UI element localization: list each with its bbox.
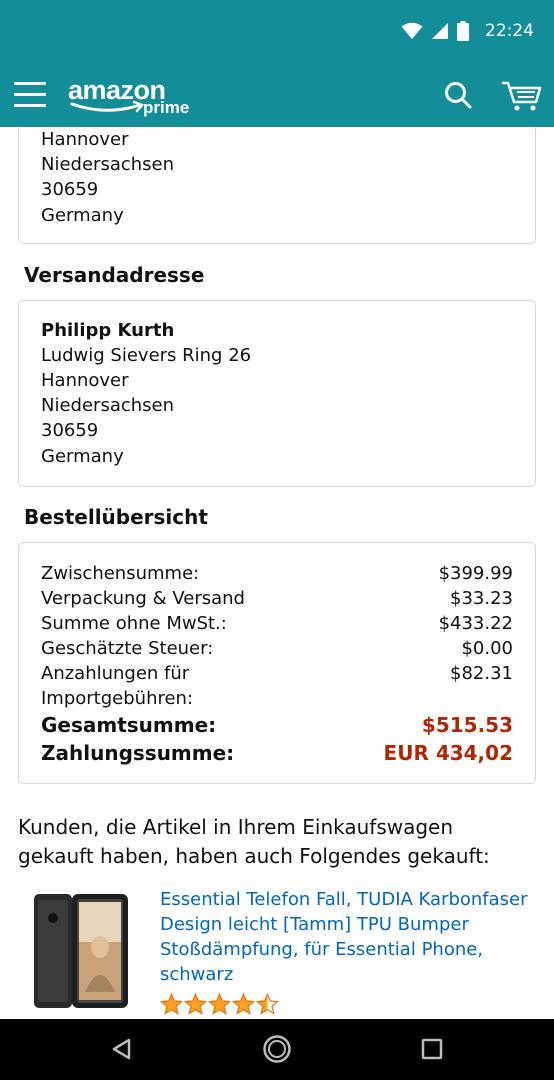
rating-stars[interactable]: [160, 993, 279, 1016]
address-zip: 30659: [41, 179, 99, 200]
address-state: Niedersachsen: [41, 395, 175, 416]
address-street: Ludwig Sievers Ring 26: [41, 345, 252, 366]
product-title-line4: schwarz: [160, 964, 234, 985]
address-zip: 30659: [41, 420, 99, 441]
recommendations-title-line1: Kunden, die Artikel in Ihrem Einkaufswag…: [18, 815, 454, 839]
product-title-link[interactable]: Essential Telefon Fall, TUDIA Karbonfase…: [160, 887, 530, 987]
wifi-icon: [401, 22, 423, 39]
app-bar: amazon prime: [0, 63, 554, 127]
system-nav-bar: [0, 1019, 554, 1080]
address-city: Hannover: [41, 370, 129, 391]
shipping-address-title: Versandadresse: [24, 263, 205, 287]
summary-value-tax: $0.00: [461, 638, 513, 659]
battery-icon: [457, 21, 469, 41]
content-area[interactable]: Hannover Niedersachsen 30659 Germany Ver…: [0, 127, 554, 1019]
menu-icon[interactable]: [14, 79, 48, 109]
signal-icon: [432, 23, 448, 39]
summary-label-tax: Geschätzte Steuer:: [41, 638, 214, 659]
shipping-address-card: Philipp Kurth Ludwig Sievers Ring 26 Han…: [18, 300, 536, 487]
summary-label-import-deposit-line2: Importgebühren:: [41, 688, 194, 709]
summary-label-import-deposit: Anzahlungen für: [41, 663, 190, 684]
star-icon: [232, 993, 255, 1015]
star-icon: [208, 993, 231, 1015]
star-icon: [184, 993, 207, 1015]
star-icon: [160, 993, 183, 1015]
summary-value-subtotal: $399.99: [438, 563, 513, 584]
product-title-line3: Stoßdämpfung, für Essential Phone,: [160, 939, 484, 960]
recommendations-title: Kunden, die Artikel in Ihrem Einkaufswag…: [18, 813, 538, 871]
summary-label-payment: Zahlungssumme:: [41, 741, 235, 765]
recommendations-title-line2: gekauft haben, haben auch Folgendes geka…: [18, 844, 490, 868]
star-icon: [256, 993, 279, 1015]
address-state: Niedersachsen: [41, 154, 175, 175]
summary-value-shipping: $33.23: [450, 588, 513, 609]
summary-label-total: Gesamtsumme:: [41, 713, 217, 737]
recents-icon[interactable]: [418, 1035, 446, 1063]
cart-icon[interactable]: [500, 78, 542, 112]
logo-smile-icon: [70, 101, 145, 113]
amazon-prime-logo[interactable]: amazon prime: [68, 75, 198, 119]
status-bar: 22:24: [0, 0, 554, 63]
summary-value-import-deposit: $82.31: [450, 663, 513, 684]
product-title-line1: Essential Telefon Fall, TUDIA Karbonfase…: [160, 889, 528, 910]
summary-label-subtotal: Zwischensumme:: [41, 563, 200, 584]
order-summary-title: Bestellübersicht: [24, 505, 208, 529]
summary-label-shipping: Verpackung & Versand: [41, 588, 245, 609]
address-country: Germany: [41, 446, 124, 467]
billing-address-card: Hannover Niedersachsen 30659 Germany: [18, 127, 536, 244]
search-icon[interactable]: [443, 80, 473, 110]
home-icon[interactable]: [262, 1034, 292, 1064]
summary-value-total: $515.53: [421, 713, 513, 737]
status-icons: 22:24: [401, 20, 534, 42]
back-icon[interactable]: [108, 1035, 136, 1063]
status-time: 22:24: [485, 21, 534, 41]
summary-value-net: $433.22: [438, 613, 513, 634]
logo-subtext: prime: [143, 98, 190, 117]
product-title-line2: Design leicht [Tamm] TPU Bumper: [160, 914, 469, 935]
address-country: Germany: [41, 205, 124, 226]
order-summary-card: Zwischensumme: $399.99 Verpackung & Vers…: [18, 542, 536, 784]
summary-label-net: Summe ohne MwSt.:: [41, 613, 227, 634]
address-city: Hannover: [41, 129, 129, 150]
recipient-name: Philipp Kurth: [41, 320, 175, 341]
product-image[interactable]: [30, 892, 138, 1012]
summary-value-payment: EUR 434,02: [383, 741, 513, 765]
